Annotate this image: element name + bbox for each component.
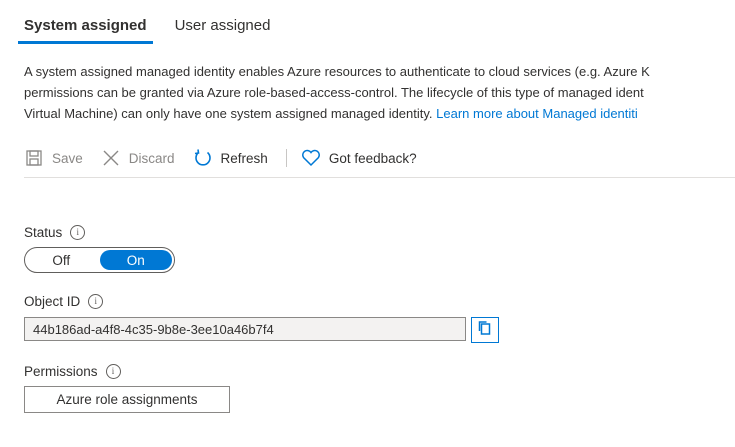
save-label: Save xyxy=(52,150,83,166)
feedback-label: Got feedback? xyxy=(328,150,417,166)
azure-role-assignments-button[interactable]: Azure role assignments xyxy=(24,386,230,413)
status-label: Status xyxy=(24,225,63,240)
toolbar-divider xyxy=(285,149,287,167)
save-icon xyxy=(24,148,44,168)
save-button[interactable]: Save xyxy=(24,148,83,168)
permissions-label: Permissions xyxy=(24,364,98,379)
refresh-button[interactable]: Refresh xyxy=(193,148,268,168)
description-line-1: A system assigned managed identity enabl… xyxy=(24,64,650,79)
tab-system-assigned[interactable]: System assigned xyxy=(18,0,153,46)
discard-button[interactable]: Discard xyxy=(101,148,175,168)
info-icon[interactable]: i xyxy=(105,364,121,379)
toggle-off-option[interactable]: Off xyxy=(25,248,98,272)
copy-button[interactable] xyxy=(471,317,499,343)
status-toggle[interactable]: Off On xyxy=(24,247,175,273)
refresh-label: Refresh xyxy=(220,150,268,166)
object-id-label-row: Object ID i xyxy=(24,294,104,309)
tab-bar: System assigned User assigned xyxy=(18,0,298,46)
permissions-label-row: Permissions i xyxy=(24,364,121,379)
toolbar-divider-line xyxy=(24,177,735,178)
object-id-field[interactable]: 44b186ad-a4f8-4c35-9b8e-3ee10a46b7f4 xyxy=(24,317,466,341)
copy-icon xyxy=(477,320,493,341)
feedback-button[interactable]: Got feedback? xyxy=(301,148,417,168)
info-icon[interactable]: i xyxy=(70,225,86,240)
info-icon[interactable]: i xyxy=(88,294,104,309)
close-icon xyxy=(101,148,121,168)
toggle-on-option[interactable]: On xyxy=(99,250,172,270)
description-text: A system assigned managed identity enabl… xyxy=(24,61,735,124)
status-label-row: Status i xyxy=(24,225,86,240)
learn-more-link[interactable]: Learn more about Managed identiti xyxy=(436,106,638,121)
heart-icon xyxy=(301,148,321,168)
description-line-2: permissions can be granted via Azure rol… xyxy=(24,85,644,100)
command-bar: Save Discard Refresh Got feedback? xyxy=(24,143,735,173)
tab-user-assigned[interactable]: User assigned xyxy=(175,0,271,46)
discard-label: Discard xyxy=(128,150,175,166)
refresh-icon xyxy=(193,148,213,168)
description-line-3: Virtual Machine) can only have one syste… xyxy=(24,106,638,121)
object-id-label: Object ID xyxy=(24,294,81,309)
